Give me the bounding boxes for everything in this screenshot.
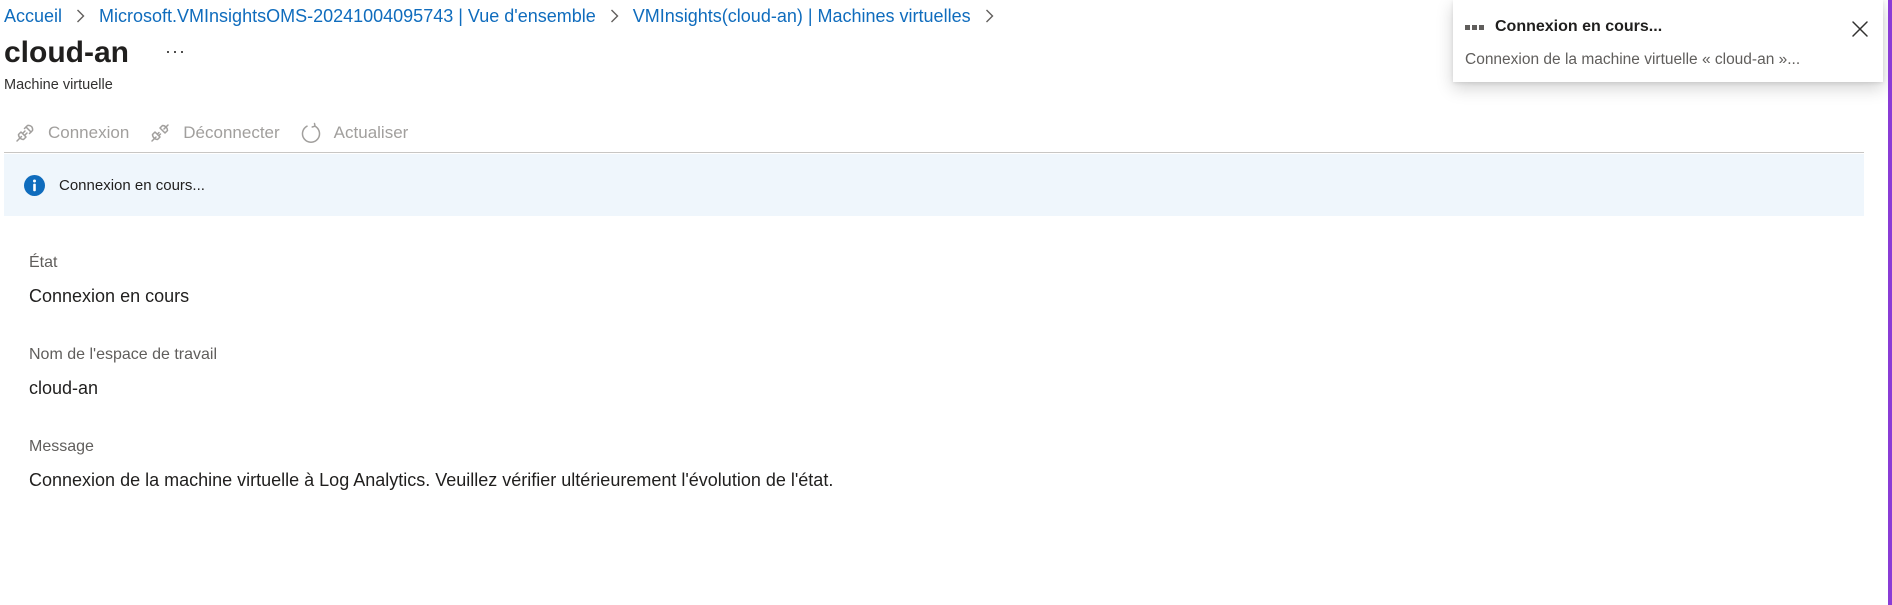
close-icon — [1852, 21, 1868, 37]
chevron-right-icon — [985, 9, 994, 23]
workspace-name-label: Nom de l'espace de travail — [29, 346, 218, 363]
command-bar: Connexion Déconnecter Actualiser — [4, 113, 1864, 153]
connect-button-label: Connexion — [48, 122, 130, 142]
breadcrumb-deployment-link[interactable]: Microsoft.VMInsightsOMS-20241004095743 |… — [99, 6, 596, 27]
state-label: État — [29, 254, 58, 271]
message-value: Connexion de la machine virtuelle à Log … — [29, 470, 834, 490]
connect-button[interactable]: Connexion — [4, 113, 139, 153]
more-options-button[interactable]: ··· — [161, 41, 190, 61]
info-icon — [24, 174, 45, 196]
notification-header: Connexion en cours... — [1465, 18, 1662, 36]
plug-connect-icon — [16, 124, 34, 142]
notification-toast: Connexion en cours... Connexion de la ma… — [1453, 0, 1883, 82]
app-root: Accueil Microsoft.VMInsightsOMS-20241004… — [0, 0, 1892, 605]
chevron-right-icon — [610, 9, 619, 23]
page-subtitle: Machine virtuelle — [4, 77, 113, 93]
breadcrumb-home-link[interactable]: Accueil — [4, 6, 62, 27]
disconnect-button-label: Déconnecter — [183, 122, 280, 142]
message-label: Message — [29, 438, 94, 455]
chevron-right-icon — [76, 9, 85, 23]
breadcrumb-vminsights-link[interactable]: VMInsights(cloud-an) | Machines virtuell… — [633, 6, 971, 27]
plug-disconnect-icon — [151, 123, 170, 142]
close-notification-button[interactable] — [1849, 18, 1871, 40]
notification-body: Connexion de la machine virtuelle « clou… — [1465, 51, 1801, 68]
refresh-button-label: Actualiser — [333, 122, 409, 142]
page-title: cloud-an — [4, 36, 129, 69]
disconnect-button[interactable]: Déconnecter — [139, 113, 289, 153]
refresh-button[interactable]: Actualiser — [290, 113, 419, 153]
info-banner: Connexion en cours... — [4, 154, 1864, 216]
breadcrumb: Accueil Microsoft.VMInsightsOMS-20241004… — [4, 4, 1008, 28]
info-banner-text: Connexion en cours... — [59, 176, 205, 194]
state-value: Connexion en cours — [29, 286, 190, 306]
refresh-icon — [301, 122, 320, 143]
workspace-name-value: cloud-an — [29, 378, 99, 398]
notification-title: Connexion en cours... — [1495, 18, 1663, 35]
in-progress-icon — [1465, 24, 1486, 30]
window-accent-border — [1888, 0, 1892, 605]
page-header: cloud-an ··· — [4, 36, 190, 70]
